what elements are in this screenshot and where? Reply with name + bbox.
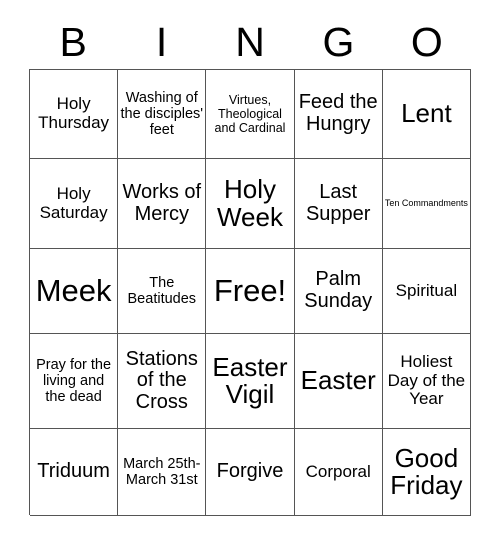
bingo-cell-o4[interactable]: Holiest Day of the Year xyxy=(382,334,471,429)
bingo-cell-label: Pray for the living and the dead xyxy=(36,356,112,406)
bingo-cell-label: Holy Saturday xyxy=(39,183,108,222)
bingo-cell-i2[interactable]: Works of Mercy xyxy=(118,159,207,249)
bingo-cell-b4[interactable]: Pray for the living and the dead xyxy=(30,334,119,429)
bingo-cell-g5[interactable]: Corporal xyxy=(294,429,383,516)
bingo-header-letter-o: O xyxy=(410,18,443,65)
bingo-cell-g1[interactable]: Feed the Hungry xyxy=(294,70,383,159)
bingo-cell-label: Holy Week xyxy=(216,174,283,232)
bingo-cell-label: Feed the Hungry xyxy=(298,91,378,135)
bingo-cell-i5[interactable]: March 25th-March 31st xyxy=(118,429,207,516)
bingo-cell-n2[interactable]: Holy Week xyxy=(206,159,295,249)
bingo-header-letter-n: N xyxy=(235,18,265,65)
bingo-cell-label: Corporal xyxy=(305,461,371,481)
bingo-free-space-label: Free! xyxy=(213,273,287,309)
bingo-cell-i3[interactable]: The Beatitudes xyxy=(118,249,207,334)
bingo-grid: Holy Thursday Washing of the disciples' … xyxy=(29,69,471,516)
bingo-cell-label: Easter Vigil xyxy=(212,351,288,409)
bingo-cell-o2[interactable]: Ten Commandments xyxy=(382,159,471,249)
bingo-header-row: B I N G O xyxy=(29,14,471,70)
bingo-cell-label: Virtues, Theological and Cardinal xyxy=(214,93,286,135)
bingo-cell-g3[interactable]: Palm Sunday xyxy=(294,249,383,334)
bingo-cell-label: Ten Commandments xyxy=(384,198,468,209)
bingo-cell-label: Palm Sunday xyxy=(304,268,373,312)
bingo-cell-label: Meek xyxy=(35,273,112,309)
bingo-header-letter-i: I xyxy=(155,18,168,65)
bingo-cell-label: Lent xyxy=(401,98,452,129)
bingo-cell-label: Last Supper xyxy=(305,180,371,225)
bingo-cell-o1[interactable]: Lent xyxy=(382,70,471,159)
bingo-cell-label: Holy Thursday xyxy=(38,94,110,132)
bingo-header-letter-g: G xyxy=(322,18,355,65)
bingo-cell-label: Holiest Day of the Year xyxy=(387,351,466,409)
bingo-cell-o3[interactable]: Spiritual xyxy=(382,249,471,334)
bingo-cell-n1[interactable]: Virtues, Theological and Cardinal xyxy=(206,70,295,159)
bingo-cell-g2[interactable]: Last Supper xyxy=(294,159,383,249)
bingo-cell-label: The Beatitudes xyxy=(127,274,197,307)
bingo-card: B I N G O Holy Thursday Washing of the d… xyxy=(0,0,500,544)
bingo-cell-n5[interactable]: Forgive xyxy=(206,429,295,516)
bingo-cell-free-space[interactable]: Free! xyxy=(206,249,295,334)
bingo-cell-label: Works of Mercy xyxy=(122,180,202,225)
bingo-cell-b1[interactable]: Holy Thursday xyxy=(30,70,119,159)
bingo-cell-o5[interactable]: Good Friday xyxy=(382,429,471,516)
bingo-cell-label: Forgive xyxy=(216,460,284,483)
bingo-cell-g4[interactable]: Easter xyxy=(294,334,383,429)
bingo-header-letter-b: B xyxy=(59,18,87,65)
bingo-cell-label: Good Friday xyxy=(390,442,463,500)
bingo-cell-label: Easter xyxy=(300,365,376,396)
bingo-cell-i4[interactable]: Stations of the Cross xyxy=(118,334,207,429)
bingo-cell-n4[interactable]: Easter Vigil xyxy=(206,334,295,429)
bingo-cell-b5[interactable]: Triduum xyxy=(30,429,119,516)
bingo-cell-label: Spiritual xyxy=(395,280,458,300)
bingo-cell-label: March 25th-March 31st xyxy=(123,455,201,488)
bingo-cell-b2[interactable]: Holy Saturday xyxy=(30,159,119,249)
bingo-cell-i1[interactable]: Washing of the disciples' feet xyxy=(118,70,207,159)
bingo-cell-label: Stations of the Cross xyxy=(125,347,198,413)
bingo-cell-b3[interactable]: Meek xyxy=(30,249,119,334)
bingo-cell-label: Washing of the disciples' feet xyxy=(120,89,204,139)
bingo-cell-label: Triduum xyxy=(37,460,110,483)
